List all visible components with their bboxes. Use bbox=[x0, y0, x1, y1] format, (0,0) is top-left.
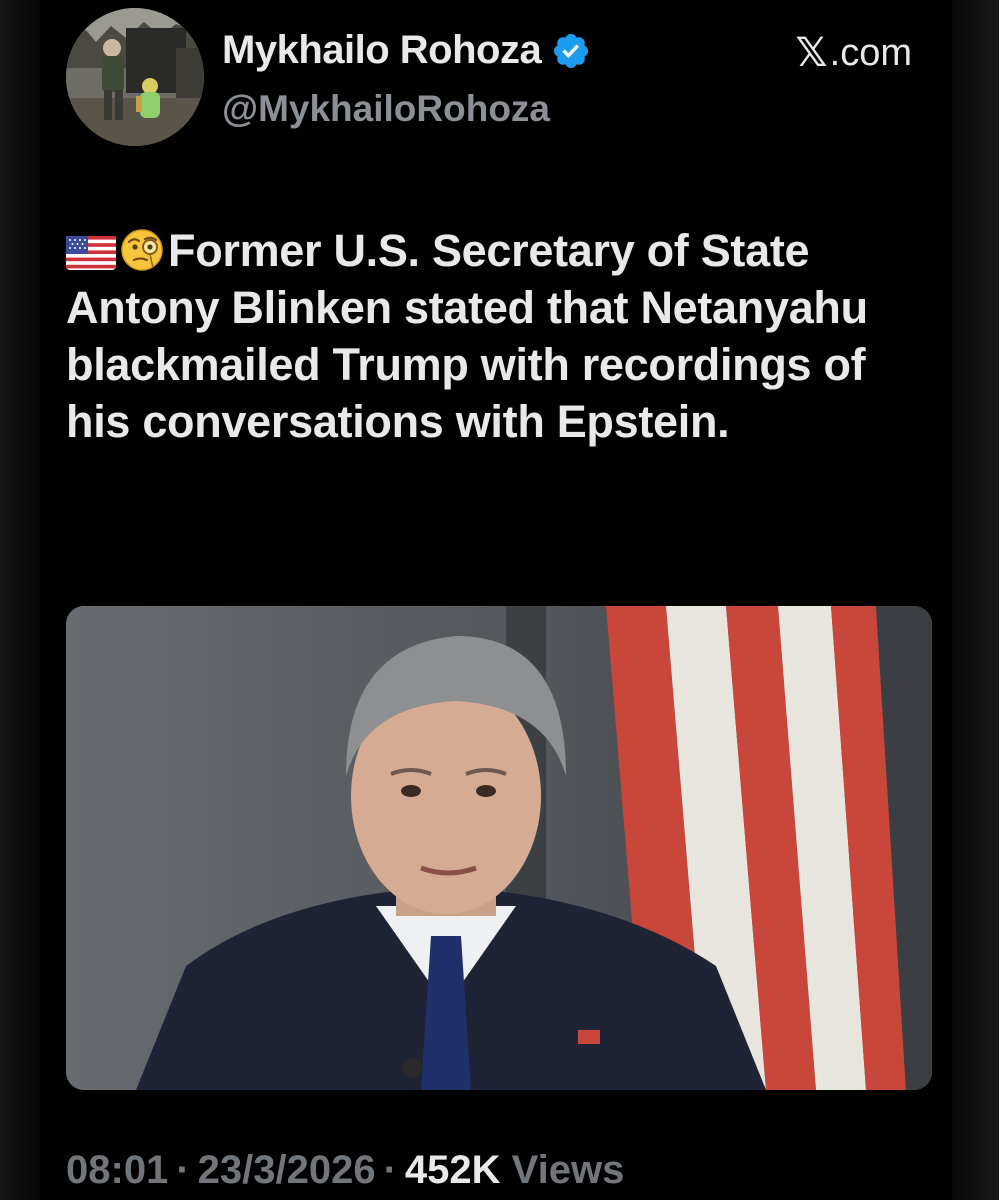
screenshot-frame: Mykhailo Rohoza @MykhailoRohoza 𝕏 .com F… bbox=[0, 0, 999, 1200]
tweet-card: Mykhailo Rohoza @MykhailoRohoza 𝕏 .com F… bbox=[40, 0, 952, 1200]
source-label: 𝕏 .com bbox=[795, 30, 912, 76]
tweet-meta: 08:01 · 23/3/2026 · 452K Views bbox=[66, 1148, 624, 1193]
meta-separator: · bbox=[383, 1148, 397, 1192]
news-photo bbox=[66, 606, 932, 1090]
source-domain: .com bbox=[829, 31, 912, 74]
tweet-media-photo[interactable] bbox=[66, 606, 932, 1090]
author-handle[interactable]: @MykhailoRohoza bbox=[222, 88, 550, 130]
tweet-text: Former U.S. Secretary of State Antony Bl… bbox=[66, 222, 936, 450]
views-label: Views bbox=[511, 1148, 625, 1192]
tweet-body: Former U.S. Secretary of State Antony Bl… bbox=[66, 225, 868, 447]
tweet-date[interactable]: 23/3/2026 bbox=[198, 1148, 376, 1192]
verified-badge-icon bbox=[554, 33, 589, 68]
views-count: 452K bbox=[404, 1148, 501, 1192]
x-logo-icon: 𝕏 bbox=[795, 30, 828, 76]
tweet-time[interactable]: 08:01 bbox=[66, 1148, 168, 1192]
author-display-name[interactable]: Mykhailo Rohoza bbox=[222, 28, 542, 73]
face-with-monocle-icon bbox=[121, 229, 163, 271]
meta-separator: · bbox=[176, 1148, 190, 1192]
us-flag-icon bbox=[66, 236, 116, 270]
right-edge bbox=[947, 0, 999, 1200]
avatar-photo bbox=[66, 8, 204, 146]
left-edge bbox=[0, 0, 40, 1200]
avatar[interactable] bbox=[66, 8, 204, 146]
author-name-row: Mykhailo Rohoza bbox=[222, 28, 591, 73]
